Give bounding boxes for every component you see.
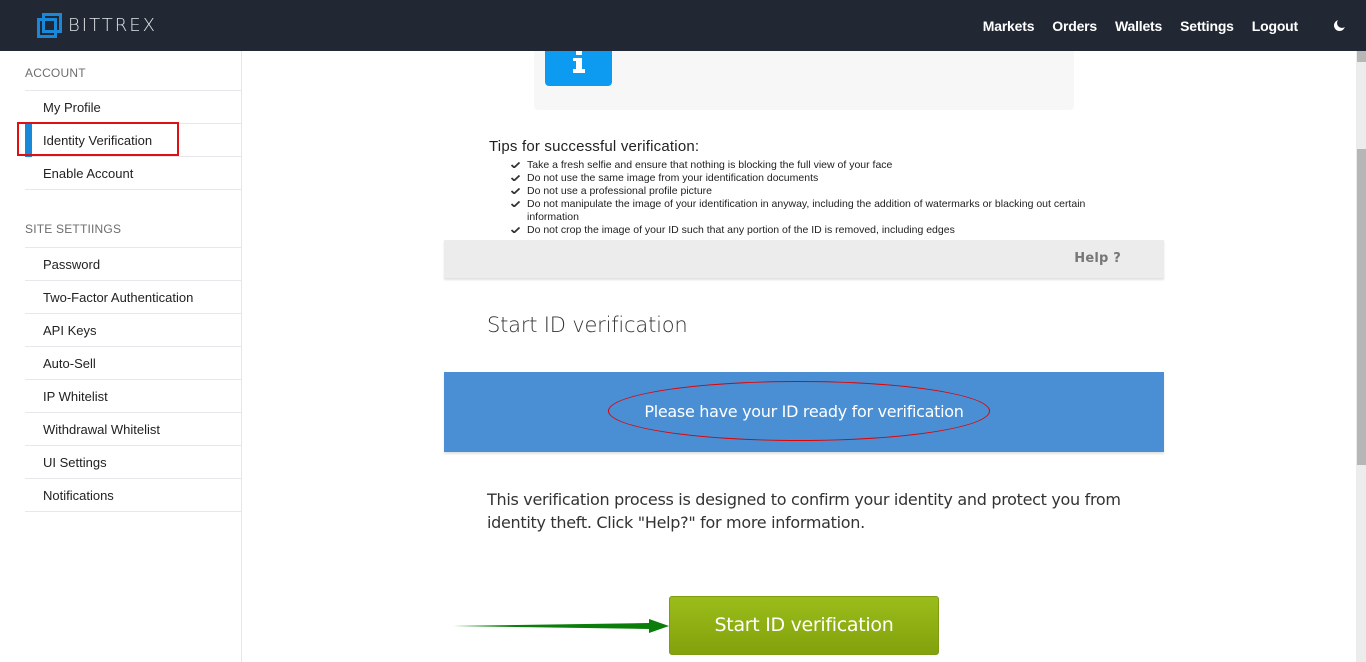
tip-item: Take a fresh selfie and ensure that noth…: [511, 159, 1129, 172]
nav-orders[interactable]: Orders: [1052, 18, 1097, 34]
sidebar-item-api-keys[interactable]: API Keys: [25, 314, 241, 347]
sidebar-item-label: Password: [43, 256, 101, 272]
check-icon: [511, 188, 520, 194]
page-scrollbar[interactable]: [1356, 51, 1366, 662]
account-menu: My Profile Identity Verification Enable …: [25, 90, 241, 190]
sidebar-item-notifications[interactable]: Notifications: [25, 479, 241, 512]
sidebar-item-label: API Keys: [43, 322, 97, 338]
tips-title: Tips for successful verification:: [489, 138, 700, 155]
sidebar-item-two-factor[interactable]: Two-Factor Authentication: [25, 281, 241, 314]
sidebar-item-password[interactable]: Password: [25, 248, 241, 281]
sidebar-item-label: Notifications: [43, 487, 114, 503]
sidebar-item-label: Withdrawal Whitelist: [43, 421, 161, 437]
settings-sidebar: ACCOUNT My Profile Identity Verification…: [0, 51, 242, 662]
sidebar-item-label: Two-Factor Authentication: [43, 289, 194, 305]
sidebar-item-label: Auto-Sell: [43, 355, 96, 371]
sidebar-item-label: IP Whitelist: [43, 388, 108, 404]
help-button[interactable]: Help ?: [1074, 251, 1121, 266]
banner-text: Please have your ID ready for verificati…: [644, 402, 964, 421]
brand-name: BITTREX: [68, 15, 157, 36]
help-bar: Help ?: [444, 240, 1164, 278]
main-content: support document. Tips for successful ve…: [243, 37, 1356, 662]
tip-item: Do not crop the image of your ID such th…: [511, 224, 1129, 237]
verification-tips: Tips for successful verification: Take a…: [489, 138, 1129, 237]
scrollbar-thumb[interactable]: [1357, 149, 1366, 465]
tip-item: Do not manipulate the image of your iden…: [511, 198, 1129, 224]
sidebar-item-auto-sell[interactable]: Auto-Sell: [25, 347, 241, 380]
sidebar-item-enable-account[interactable]: Enable Account: [25, 157, 241, 190]
moon-icon[interactable]: [1334, 17, 1347, 32]
sidebar-item-withdrawal-whitelist[interactable]: Withdrawal Whitelist: [25, 413, 241, 446]
nav-logout[interactable]: Logout: [1252, 18, 1298, 34]
section-title-site-settings: SITE SETTIINGS: [25, 222, 122, 236]
section-title-account: ACCOUNT: [25, 66, 86, 80]
id-ready-banner: Please have your ID ready for verificati…: [444, 372, 1164, 452]
tips-list: Take a fresh selfie and ensure that noth…: [511, 159, 1129, 237]
check-icon: [511, 175, 520, 181]
check-icon: [511, 227, 520, 233]
bittrex-logo-icon: [37, 13, 62, 38]
sidebar-item-my-profile[interactable]: My Profile: [25, 91, 241, 124]
nav-markets[interactable]: Markets: [983, 18, 1035, 34]
sidebar-item-label: UI Settings: [43, 454, 107, 470]
scroll-up-button[interactable]: [1357, 51, 1366, 62]
sidebar-item-label: Enable Account: [43, 165, 134, 181]
top-navbar: BITTREX Markets Orders Wallets Settings …: [0, 0, 1366, 51]
check-icon: [511, 162, 520, 168]
sidebar-item-ip-whitelist[interactable]: IP Whitelist: [25, 380, 241, 413]
verification-description: This verification process is designed to…: [487, 490, 1121, 532]
sidebar-item-ui-settings[interactable]: UI Settings: [25, 446, 241, 479]
start-id-verification-button[interactable]: Start ID verification: [669, 596, 939, 655]
annotation-arrow: [453, 619, 669, 633]
sidebar-item-label: Identity Verification: [43, 132, 153, 148]
nav-settings[interactable]: Settings: [1180, 18, 1234, 34]
main-nav: Markets Orders Wallets Settings Logout: [983, 0, 1366, 51]
tip-item: Do not use the same image from your iden…: [511, 172, 1129, 185]
sidebar-item-identity-verification[interactable]: Identity Verification: [25, 124, 241, 157]
info-box: support document.: [534, 37, 1074, 110]
check-icon: [511, 201, 520, 207]
section-heading: Start ID verification: [487, 313, 688, 337]
brand[interactable]: BITTREX: [37, 13, 157, 38]
site-settings-menu: Password Two-Factor Authentication API K…: [25, 247, 241, 512]
tip-item: Do not use a professional profile pictur…: [511, 185, 1129, 198]
nav-wallets[interactable]: Wallets: [1115, 18, 1162, 34]
sidebar-item-label: My Profile: [43, 99, 101, 115]
